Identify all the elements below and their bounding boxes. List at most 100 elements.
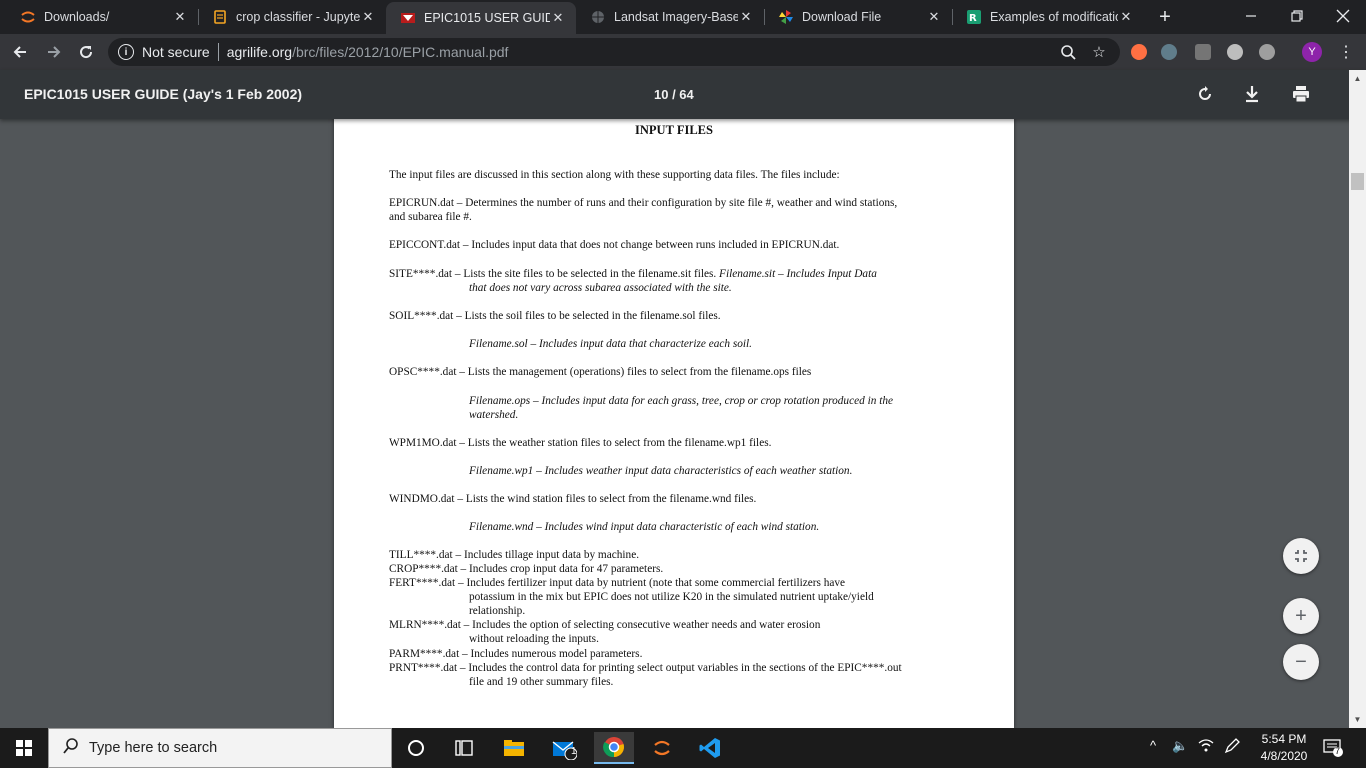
paragraph: MLRN****.dat – Includes the option of se… xyxy=(389,619,821,631)
close-window-button[interactable] xyxy=(1320,0,1366,32)
close-icon[interactable]: ✕ xyxy=(550,10,566,26)
reload-button[interactable] xyxy=(72,38,100,66)
zoom-in-button[interactable]: + xyxy=(1283,598,1319,634)
close-icon[interactable]: ✕ xyxy=(926,9,942,25)
pdf-logo-icon xyxy=(400,10,416,26)
paragraph: SOIL****.dat – Lists the soil files to b… xyxy=(389,310,721,322)
extension-icon[interactable] xyxy=(1227,44,1243,60)
paragraph: relationship. xyxy=(469,605,526,617)
pinwheel-icon xyxy=(778,9,794,25)
minimize-button[interactable] xyxy=(1228,0,1274,32)
tab-title: EPIC1015 USER GUIDE ( xyxy=(424,11,550,25)
extension-icon[interactable] xyxy=(1259,44,1275,60)
extension-icon[interactable] xyxy=(1131,44,1147,60)
wifi-icon[interactable] xyxy=(1198,738,1214,755)
notebook-icon xyxy=(212,9,228,25)
info-icon[interactable]: i xyxy=(118,44,134,60)
url-host: agrilife.org xyxy=(226,44,293,60)
tab-epic-user-guide[interactable]: EPIC1015 USER GUIDE ( ✕ xyxy=(386,2,576,34)
tab-download-file[interactable]: Download File ✕ xyxy=(764,0,952,34)
vscode-icon[interactable] xyxy=(690,732,730,764)
new-tab-button[interactable]: + xyxy=(1153,5,1177,29)
pen-icon[interactable] xyxy=(1224,738,1240,757)
chrome-icon[interactable] xyxy=(594,732,634,764)
notification-icon[interactable]: 7 xyxy=(1322,737,1344,759)
windows-start-icon[interactable] xyxy=(0,728,48,768)
scroll-down-arrow-icon[interactable]: ▼ xyxy=(1349,711,1366,728)
back-button[interactable] xyxy=(6,38,34,66)
globe-icon xyxy=(590,9,606,25)
avatar[interactable]: Y xyxy=(1302,42,1322,62)
search-icon xyxy=(63,737,79,759)
tab-title: crop classifier - Jupyter xyxy=(236,10,360,24)
tab-crop-classifier[interactable]: crop classifier - Jupyter ✕ xyxy=(198,0,386,34)
scrollbar-thumb[interactable] xyxy=(1351,173,1364,190)
close-icon[interactable]: ✕ xyxy=(360,9,376,25)
vertical-scrollbar[interactable]: ▲ ▼ xyxy=(1349,70,1366,728)
site-text: SITE****.dat – Lists the site files to b… xyxy=(389,268,720,280)
paragraph: Filename.wnd – Includes wind input data … xyxy=(469,521,820,533)
paragraph: file and 19 other summary files. xyxy=(469,676,614,688)
bookmark-star-icon[interactable]: ☆ xyxy=(1087,40,1111,64)
page-indicator[interactable]: 10 / 64 xyxy=(654,87,694,102)
paragraph: PARM****.dat – Includes numerous model p… xyxy=(389,648,643,660)
print-icon[interactable] xyxy=(1289,82,1313,106)
pdf-viewer[interactable]: INPUT FILES The input files are discusse… xyxy=(0,119,1366,728)
system-clock[interactable]: 5:54 PM 4/8/2020 xyxy=(1252,731,1316,765)
mail-icon[interactable]: 1 xyxy=(544,732,584,764)
address-bar[interactable]: i Not secure agrilife.org/brc/files/2012… xyxy=(108,38,1120,66)
scroll-up-arrow-icon[interactable]: ▲ xyxy=(1349,70,1366,87)
paragraph: OPSC****.dat – Lists the management (ope… xyxy=(389,366,812,378)
chevron-up-icon[interactable]: ^ xyxy=(1150,738,1156,753)
rdocumentation-icon: R xyxy=(966,9,982,25)
paragraph: watershed. xyxy=(469,409,519,421)
paragraph: SITE****.dat – Lists the site files to b… xyxy=(389,267,959,281)
tab-landsat[interactable]: Landsat Imagery-Based ✕ xyxy=(576,0,764,34)
zoom-icon[interactable] xyxy=(1056,40,1080,64)
paragraph: TILL****.dat – Includes tillage input da… xyxy=(389,549,640,561)
taskbar-search[interactable]: Type here to search xyxy=(48,728,392,768)
file-explorer-icon[interactable] xyxy=(494,732,534,764)
mail-badge: 1 xyxy=(571,746,577,757)
tab-title: Download File xyxy=(802,10,882,24)
clock-date: 4/8/2020 xyxy=(1260,749,1308,763)
paragraph: EPICCONT.dat – Includes input data that … xyxy=(389,239,840,251)
security-label: Not secure xyxy=(142,44,210,60)
restore-button[interactable] xyxy=(1274,0,1320,32)
tab-title: Landsat Imagery-Based xyxy=(614,10,738,24)
windows-taskbar: Type here to search 1 ^ 🔈 5:54 PM 4/8/20… xyxy=(0,728,1366,768)
paragraph: Filename.sol – Includes input data that … xyxy=(469,338,753,350)
paragraph: CROP****.dat – Includes crop input data … xyxy=(389,563,664,575)
close-icon[interactable]: ✕ xyxy=(738,9,754,25)
tab-title: Downloads/ xyxy=(44,10,110,24)
task-view-icon[interactable] xyxy=(444,732,484,764)
close-icon[interactable]: ✕ xyxy=(1118,9,1134,25)
rotate-icon[interactable] xyxy=(1193,82,1217,106)
forward-button[interactable] xyxy=(40,38,68,66)
jupyter-icon[interactable] xyxy=(642,732,682,764)
svg-text:R: R xyxy=(969,13,977,24)
paragraph: that does not vary across subarea associ… xyxy=(469,282,732,294)
fit-to-page-button[interactable] xyxy=(1283,538,1319,574)
close-icon[interactable]: ✕ xyxy=(172,9,188,25)
extension-icon[interactable] xyxy=(1195,44,1211,60)
menu-icon[interactable]: ⋮ xyxy=(1334,40,1358,64)
notification-count: 7 xyxy=(1335,746,1341,756)
site-text-italic: Filename.sit – Includes Input Data xyxy=(719,268,877,280)
clock-time: 5:54 PM xyxy=(1261,732,1307,746)
paragraph: The input files are discussed in this se… xyxy=(389,169,840,181)
search-placeholder: Type here to search xyxy=(89,740,218,756)
zoom-out-button[interactable]: − xyxy=(1283,644,1319,680)
paragraph: without reloading the inputs. xyxy=(469,633,599,645)
cortana-icon[interactable] xyxy=(396,732,436,764)
tab-title: Examples of modificatio xyxy=(990,10,1118,24)
extension-icon[interactable] xyxy=(1161,44,1177,60)
paragraph: WPM1MO.dat – Lists the weather station f… xyxy=(389,437,772,449)
paragraph: Filename.ops – Includes input data for e… xyxy=(469,395,893,407)
download-icon[interactable] xyxy=(1240,82,1264,106)
pdf-title: EPIC1015 USER GUIDE (Jay's 1 Feb 2002) xyxy=(24,86,303,102)
tab-examples[interactable]: R Examples of modificatio ✕ xyxy=(952,0,1144,34)
pdf-toolbar: EPIC1015 USER GUIDE (Jay's 1 Feb 2002) 1… xyxy=(0,70,1366,119)
volume-icon[interactable]: 🔈 xyxy=(1172,738,1188,754)
tab-downloads[interactable]: Downloads/ ✕ xyxy=(6,0,198,34)
